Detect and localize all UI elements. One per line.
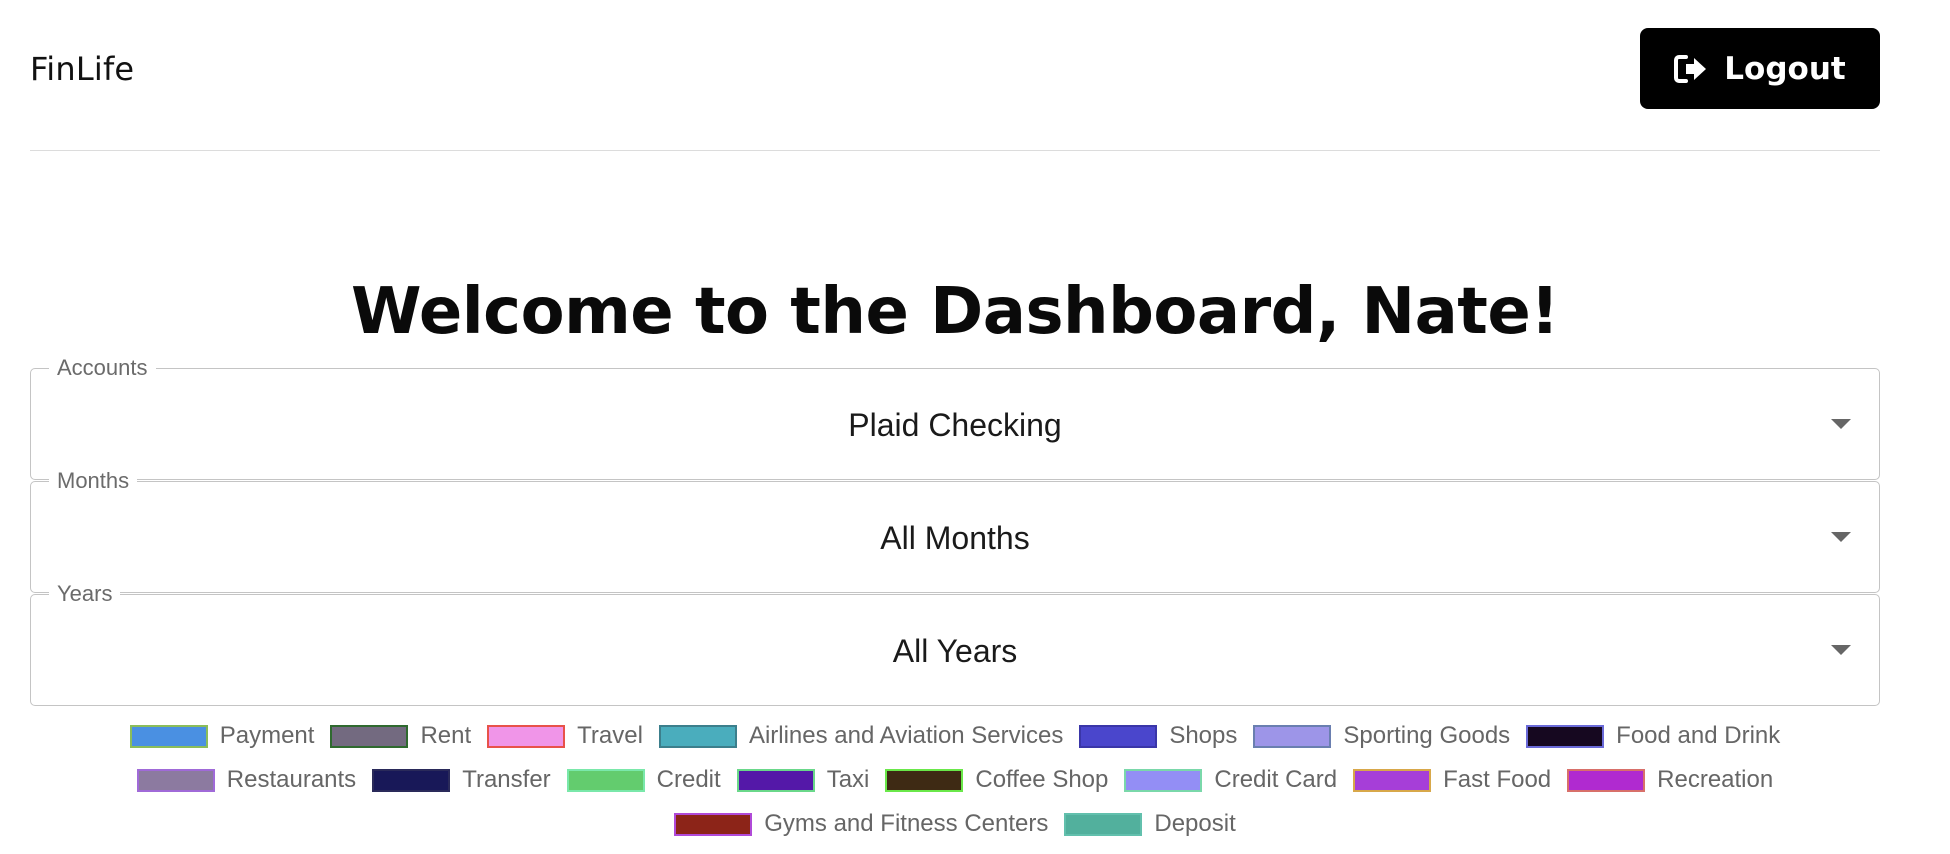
years-select[interactable]: Years All Years [30, 581, 1880, 706]
legend-item[interactable]: Deposit [1064, 810, 1236, 838]
years-select-label: Years [49, 581, 121, 607]
legend-label: Travel [577, 722, 643, 749]
accounts-select[interactable]: Accounts Plaid Checking [30, 355, 1880, 480]
legend-item[interactable]: Travel [487, 722, 643, 750]
legend-label: Gyms and Fitness Centers [764, 810, 1049, 837]
legend-swatch [736, 768, 815, 792]
legend-swatch [566, 768, 645, 792]
legend-label: Shops [1169, 722, 1238, 749]
legend-label: Food and Drink [1616, 722, 1781, 749]
accounts-select-value: Plaid Checking [848, 407, 1062, 443]
legend-swatch [136, 768, 215, 792]
legend-item[interactable]: Sporting Goods [1253, 722, 1510, 750]
logout-label: Logout [1724, 50, 1846, 87]
chevron-down-icon[interactable] [1831, 419, 1851, 429]
logout-button[interactable]: Logout [1640, 28, 1880, 109]
years-select-value: All Years [892, 633, 1018, 669]
months-select-value: All Months [880, 520, 1030, 556]
legend-swatch [1526, 724, 1605, 748]
legend-item[interactable]: Airlines and Aviation Services [658, 722, 1064, 750]
legend-item[interactable]: Credit Card [1124, 766, 1337, 794]
brand-logo[interactable]: FinLife [30, 50, 134, 88]
legend-swatch [658, 724, 737, 748]
legend-label: Credit Card [1214, 766, 1338, 793]
legend-label: Fast Food [1443, 766, 1552, 793]
legend-swatch [330, 724, 409, 748]
sign-out-icon [1674, 54, 1708, 84]
legend-swatch [1253, 724, 1332, 748]
legend-item[interactable]: Recreation [1567, 766, 1773, 794]
legend-label: Deposit [1154, 810, 1236, 837]
legend-swatch [674, 812, 753, 836]
category-legend: Payment Rent Travel Airlines and Aviation S… [30, 720, 1880, 840]
legend-swatch [372, 768, 451, 792]
months-select-label: Months [49, 468, 138, 494]
page-title: Welcome to the Dashboard, Nate! [351, 275, 1559, 349]
top-navbar: FinLife Logout [30, 0, 1880, 151]
legend-item[interactable]: Rent [330, 722, 471, 750]
legend-item[interactable]: Gyms and Fitness Centers [674, 810, 1048, 838]
legend-row: Restaurants Transfer Credit Taxi Coffee Shop… [129, 764, 1781, 796]
months-select[interactable]: Months All Months [30, 468, 1880, 593]
legend-item[interactable]: Fast Food [1353, 766, 1551, 794]
legend-label: Airlines and Aviation Services [748, 722, 1064, 749]
legend-item[interactable]: Payment [129, 722, 315, 750]
legend-swatch [885, 768, 964, 792]
accounts-select-label: Accounts [49, 355, 156, 381]
legend-item[interactable]: Coffee Shop [885, 766, 1108, 794]
legend-label: Taxi [826, 766, 870, 793]
chevron-down-icon[interactable] [1831, 645, 1851, 655]
legend-swatch [1079, 724, 1158, 748]
legend-item[interactable]: Food and Drink [1526, 722, 1780, 750]
legend-swatch [1064, 812, 1143, 836]
legend-item[interactable]: Transfer [372, 766, 551, 794]
legend-item[interactable]: Restaurants [136, 766, 357, 794]
legend-row: Gyms and Fitness Centers Deposit [666, 808, 1243, 840]
legend-label: Transfer [462, 766, 551, 793]
legend-label: Credit [656, 766, 721, 793]
legend-label: Payment [219, 722, 315, 749]
legend-label: Recreation [1657, 766, 1774, 793]
legend-label: Coffee Shop [975, 766, 1109, 793]
legend-label: Restaurants [226, 766, 357, 793]
legend-label: Rent [420, 722, 472, 749]
legend-swatch [129, 724, 208, 748]
legend-swatch [1567, 768, 1646, 792]
legend-item[interactable]: Taxi [736, 766, 870, 794]
legend-row: Payment Rent Travel Airlines and Aviation S… [122, 720, 1789, 752]
legend-item[interactable]: Shops [1079, 722, 1237, 750]
legend-swatch [1124, 768, 1203, 792]
legend-item[interactable]: Credit [566, 766, 721, 794]
chevron-down-icon[interactable] [1831, 532, 1851, 542]
legend-label: Sporting Goods [1343, 722, 1511, 749]
legend-swatch [487, 724, 566, 748]
legend-swatch [1353, 768, 1432, 792]
